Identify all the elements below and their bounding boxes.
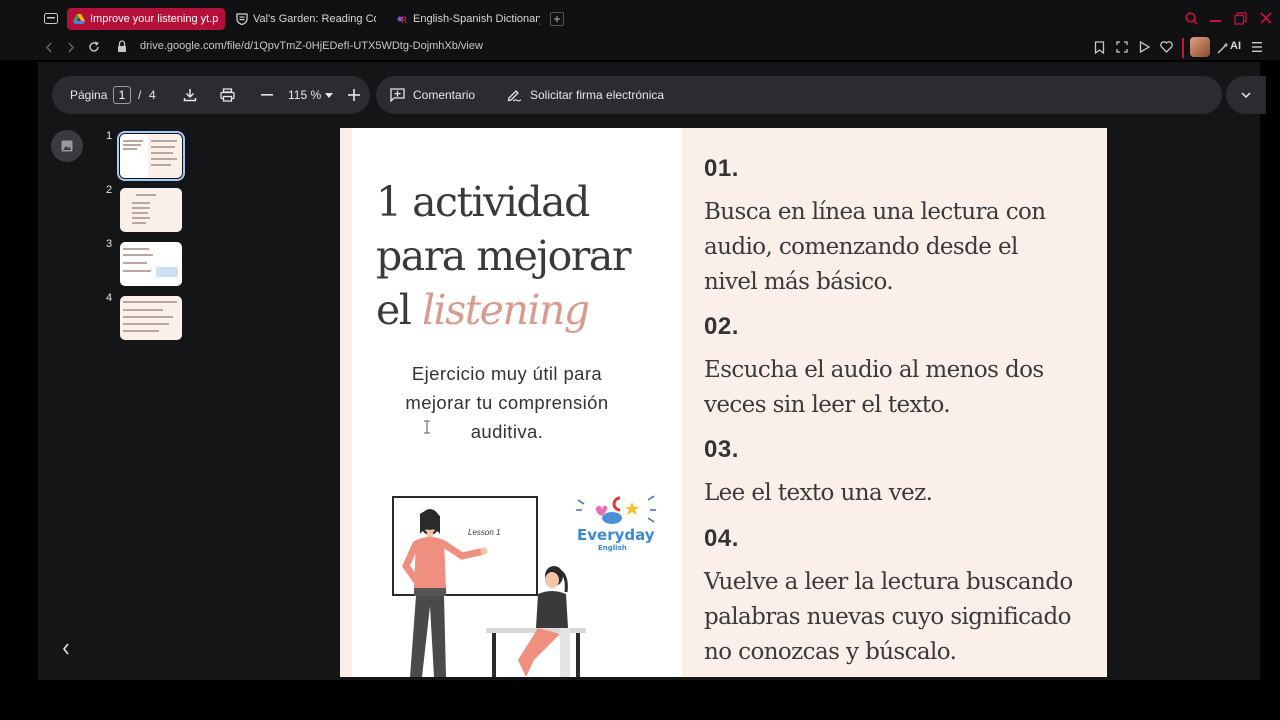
page-title-line-2: para mejorar xyxy=(376,232,631,280)
page-edge-strip xyxy=(340,128,352,677)
bookmark-icon[interactable] xyxy=(1094,41,1105,54)
step-line: no conozcas y búscalo. xyxy=(704,639,957,665)
page-thumbnail-2[interactable] xyxy=(120,188,182,232)
zoom-dropdown-icon[interactable] xyxy=(325,93,333,98)
play-icon[interactable] xyxy=(1139,41,1150,53)
new-tab-button[interactable]: + xyxy=(550,12,564,26)
text-cursor-icon xyxy=(424,420,430,434)
comment-button[interactable]: Comentario xyxy=(390,85,475,105)
dictionary-icon: R xyxy=(397,16,407,25)
step-line: veces sin leer el texto. xyxy=(704,392,951,418)
step-number: 04. xyxy=(704,525,739,552)
page-label: Página xyxy=(70,88,108,102)
subtitle: Ejercicio muy útil para mejorar tu compr… xyxy=(376,359,638,446)
thumbnail-number: 2 xyxy=(106,184,113,196)
page-title-line-3: el listening xyxy=(376,284,590,336)
document-page: 1 actividad para mejorar el listening Ej… xyxy=(340,128,1107,677)
thumbnails-toggle-button[interactable] xyxy=(51,130,83,162)
svg-text:R: R xyxy=(401,16,407,25)
comment-label: Comentario xyxy=(413,88,476,102)
forward-icon[interactable] xyxy=(67,42,75,53)
step-number: 02. xyxy=(704,313,739,340)
tab-bar: Improve your listening yt.p Val's Garden… xyxy=(0,0,1280,36)
subtitle-line: Ejercicio muy útil para xyxy=(411,363,603,384)
step-text: Busca en línea una lectura con audio, co… xyxy=(704,195,1094,300)
everyday-english-logo: Everyday English xyxy=(576,495,656,552)
page-thumbnail-4[interactable] xyxy=(120,296,182,340)
toolbar-more[interactable] xyxy=(1226,76,1266,114)
lock-icon[interactable] xyxy=(117,40,127,53)
step-number: 01. xyxy=(704,155,739,182)
tab-improve-listening[interactable]: Improve your listening yt.p xyxy=(67,8,225,30)
step-text: Lee el texto una vez. xyxy=(704,476,1094,511)
step-line: audio, comenzando desde el xyxy=(704,234,1018,260)
logo-sub-text: English xyxy=(598,544,627,552)
page-number-input[interactable]: 1 xyxy=(113,86,131,104)
subtitle-line: auditiva. xyxy=(470,421,544,442)
step-text: Vuelve a leer la lectura buscando palabr… xyxy=(704,565,1094,670)
page-thumbnail-1[interactable] xyxy=(117,131,185,181)
google-drive-icon xyxy=(73,14,85,24)
step-line: Escucha el audio al menos dos xyxy=(704,357,1044,383)
add-comment-icon xyxy=(390,88,405,102)
image-icon xyxy=(61,140,73,152)
back-icon[interactable] xyxy=(45,42,53,53)
url-field[interactable]: drive.google.com/file/d/1QpvTmZ-0HjEDefI… xyxy=(140,40,483,52)
restore-icon[interactable] xyxy=(1234,12,1247,25)
page-total: 4 xyxy=(149,88,156,102)
divider xyxy=(1182,38,1184,58)
address-bar-row: drive.google.com/file/d/1QpvTmZ-0HjEDefI… xyxy=(0,36,1280,60)
close-icon[interactable] xyxy=(1260,12,1272,24)
signature-label: Solicitar firma electrónica xyxy=(530,88,665,102)
step-number: 03. xyxy=(704,436,739,463)
signature-icon xyxy=(507,90,522,102)
tab-label: English-Spanish Dictionary xyxy=(413,13,540,25)
plus-icon: + xyxy=(553,12,561,26)
logo-main-text: Everyday xyxy=(577,526,655,544)
page-title-line-1: 1 actividad xyxy=(376,178,590,226)
page-separator: / xyxy=(138,88,142,102)
zoom-out-icon[interactable] xyxy=(261,94,273,96)
tab-label: Improve your listening yt.p xyxy=(90,13,219,25)
reload-icon[interactable] xyxy=(88,41,100,53)
viewer-toolbar-navigation: Página 1 / 4 115 % xyxy=(52,76,370,114)
page-thumbnail-3[interactable] xyxy=(120,242,182,286)
step-line: Lee el texto una vez. xyxy=(704,480,933,506)
step-line: nivel más básico. xyxy=(704,269,894,295)
thumbnail-number: 1 xyxy=(106,130,113,142)
collapse-panel-icon[interactable] xyxy=(62,643,70,655)
zoom-in-icon[interactable] xyxy=(348,89,360,101)
zoom-level[interactable]: 115 % xyxy=(288,88,321,102)
profile-avatar[interactable] xyxy=(1190,37,1210,57)
thumbnail-number: 4 xyxy=(106,292,113,304)
student-illustration xyxy=(486,566,586,677)
screenshot-icon[interactable] xyxy=(1116,41,1128,53)
chevron-down-icon xyxy=(1241,92,1251,98)
step-line: palabras nuevas cuyo significado xyxy=(704,604,1071,630)
shield-icon xyxy=(236,13,248,25)
tab-vals-garden[interactable]: Val's Garden: Reading Co xyxy=(236,8,376,30)
menu-icon[interactable] xyxy=(1252,41,1262,53)
step-line: Busca en línea una lectura con xyxy=(704,199,1046,225)
minimize-icon[interactable] xyxy=(1210,20,1221,22)
step-text: Escucha el audio al menos dos veces sin … xyxy=(704,353,1094,423)
viewer-toolbar-actions: Comentario Solicitar firma electrónica xyxy=(376,76,1222,114)
tab-label: Val's Garden: Reading Co xyxy=(253,13,376,25)
print-icon[interactable] xyxy=(220,88,235,102)
title-emphasis: listening xyxy=(421,286,590,334)
download-icon[interactable] xyxy=(183,88,197,102)
title-prefix: el xyxy=(376,286,412,334)
tab-actions-icon[interactable] xyxy=(44,13,58,24)
request-signature-button[interactable]: Solicitar firma electrónica xyxy=(507,85,664,105)
heart-icon[interactable] xyxy=(1160,41,1173,53)
tab-english-spanish-dictionary[interactable]: R English-Spanish Dictionary xyxy=(396,8,540,30)
subtitle-line: mejorar tu comprensión xyxy=(405,392,609,413)
ai-label[interactable]: AI xyxy=(1230,40,1241,52)
ai-wand-icon[interactable] xyxy=(1217,42,1229,54)
step-line: Vuelve a leer la lectura buscando xyxy=(704,569,1073,595)
thumbnail-number: 3 xyxy=(106,238,113,250)
search-icon[interactable] xyxy=(1185,12,1198,25)
